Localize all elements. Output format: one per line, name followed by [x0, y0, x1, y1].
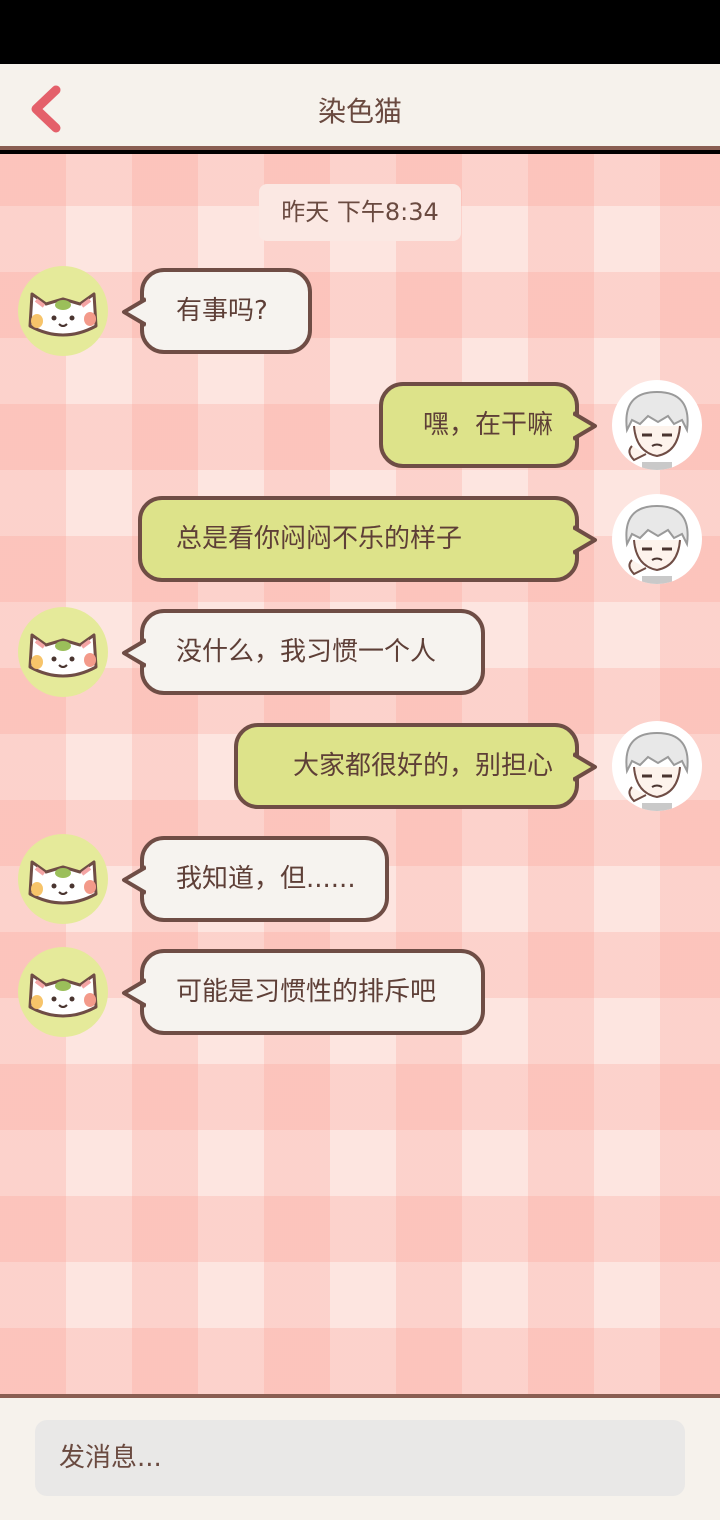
message-bubble[interactable]: 嘿，在干嘛 [379, 382, 597, 468]
user-avatar[interactable] [612, 494, 702, 584]
message-text: 大家都很好的，别担心 [292, 751, 553, 781]
message-bubble[interactable]: 有事吗? [122, 268, 312, 354]
user-avatar[interactable] [612, 380, 702, 470]
bubble-tail [122, 978, 146, 1008]
message-bubble[interactable]: 可能是习惯性的排斥吧 [122, 949, 485, 1035]
cat-avatar[interactable] [18, 607, 108, 697]
message-bubble[interactable]: 大家都很好的，别担心 [234, 723, 597, 809]
message-input[interactable] [35, 1420, 685, 1496]
page-title: 染色猫 [317, 95, 402, 128]
bubble-tail [122, 297, 146, 327]
cat-face-icon [28, 860, 98, 905]
message-bubble[interactable]: 总是看你闷闷不乐的样子 [138, 496, 597, 582]
bubble-tail [122, 638, 146, 668]
bubble-tail [573, 411, 597, 441]
boy-face-icon [625, 390, 689, 470]
cat-avatar[interactable] [18, 834, 108, 924]
chat-area[interactable]: 昨天 下午8:34 有事吗? 嘿，在干嘛 总是看你闷闷不乐的样子 没什么，我习惯… [0, 154, 720, 1394]
header: 染色猫 [0, 64, 720, 150]
composer [0, 1394, 720, 1520]
bubble-tail [573, 525, 597, 555]
message-text: 有事吗? [176, 296, 268, 326]
message-text: 没什么，我习惯一个人 [176, 637, 437, 667]
message-bubble[interactable]: 我知道，但...... [122, 836, 389, 922]
timestamp: 昨天 下午8:34 [259, 184, 461, 241]
bubble-tail [122, 865, 146, 895]
cat-face-icon [28, 292, 98, 337]
boy-face-icon [625, 504, 689, 584]
cat-face-icon [28, 973, 98, 1018]
user-avatar[interactable] [612, 721, 702, 811]
status-bar [0, 0, 720, 64]
boy-face-icon [625, 731, 689, 811]
cat-face-icon [28, 633, 98, 678]
message-text: 总是看你闷闷不乐的样子 [176, 524, 463, 554]
message-text: 我知道，但...... [176, 864, 356, 894]
bubble-tail [573, 752, 597, 782]
message-bubble[interactable]: 没什么，我习惯一个人 [122, 609, 485, 695]
message-text: 嘿，在干嘛 [422, 410, 553, 440]
message-text: 可能是习惯性的排斥吧 [176, 977, 437, 1007]
cat-avatar[interactable] [18, 947, 108, 1037]
cat-avatar[interactable] [18, 266, 108, 356]
